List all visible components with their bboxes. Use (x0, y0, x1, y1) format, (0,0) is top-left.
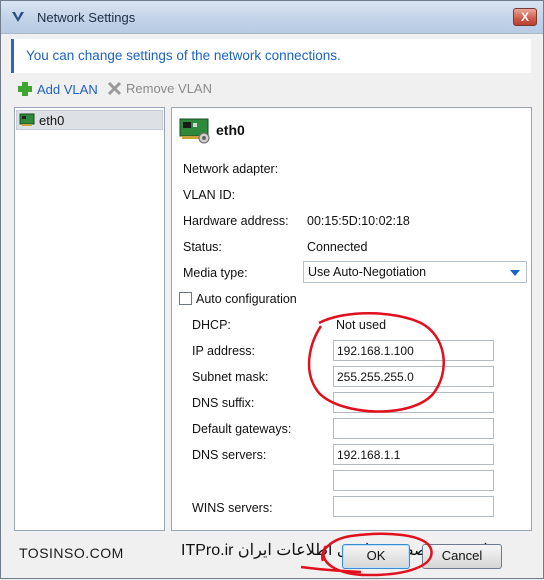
remove-vlan-label: Remove VLAN (126, 81, 212, 96)
info-banner: You can change settings of the network c… (11, 39, 531, 73)
adapter-title: eth0 (216, 122, 245, 138)
hardware-address-label: Hardware address: (183, 214, 289, 228)
ip-address-field[interactable]: 192.168.1.100 (333, 340, 494, 361)
dns-servers-label: DNS servers: (192, 448, 267, 462)
media-type-value: Use Auto-Negotiation (308, 265, 427, 279)
details-panel: eth0 Network adapter: VLAN ID: Hardware … (171, 107, 532, 531)
auto-configuration-label: Auto configuration (196, 292, 297, 306)
status-value: Connected (307, 240, 368, 254)
hardware-address-value: 00:15:5D:10:02:18 (307, 214, 410, 228)
subnet-mask-label: Subnet mask: (192, 370, 269, 384)
network-card-icon (179, 118, 210, 144)
adapter-list[interactable]: eth0 (14, 107, 165, 531)
wins-servers-field[interactable] (333, 496, 494, 517)
vlan-id-label: VLAN ID: (183, 188, 236, 202)
dns-server-1-field[interactable]: 192.168.1.1 (333, 444, 494, 465)
media-type-label: Media type: (183, 266, 248, 280)
ok-button[interactable]: OK (342, 544, 410, 569)
close-button[interactable]: X (513, 8, 537, 26)
adapter-label: eth0 (39, 112, 65, 128)
info-text: You can change settings of the network c… (26, 48, 341, 63)
status-label: Status: (183, 240, 222, 254)
cancel-button[interactable]: Cancel (422, 544, 502, 569)
wins-servers-label: WINS servers: (192, 501, 273, 515)
dhcp-value: Not used (336, 318, 387, 332)
auto-configuration-checkbox[interactable] (179, 292, 192, 305)
network-settings-icon (12, 12, 24, 22)
default-gateways-label: Default gateways: (192, 422, 292, 436)
media-type-select[interactable]: Use Auto-Negotiation (303, 261, 527, 283)
title-bar[interactable]: Network Settings X (1, 1, 543, 34)
dhcp-label: DHCP: (192, 318, 231, 332)
ip-address-label: IP address: (192, 344, 256, 358)
network-card-icon (19, 113, 35, 126)
chevron-down-icon (510, 270, 520, 276)
add-vlan-label: Add VLAN (37, 81, 98, 97)
network-settings-window: Network Settings X You can change settin… (0, 0, 544, 579)
default-gateways-field[interactable] (333, 418, 494, 439)
window-title: Network Settings (37, 10, 136, 25)
adapter-item-eth0[interactable]: eth0 (16, 110, 163, 130)
gray-x-icon (107, 81, 122, 96)
remove-vlan-button[interactable]: Remove VLAN (107, 81, 212, 96)
network-adapter-label: Network adapter: (183, 162, 279, 176)
watermark-left: TOSINSO.COM (19, 545, 124, 561)
subnet-mask-field[interactable]: 255.255.255.0 (333, 366, 494, 387)
dns-suffix-label: DNS suffix: (192, 396, 255, 410)
add-vlan-button[interactable]: Add VLAN (17, 81, 98, 97)
green-plus-icon (18, 82, 32, 96)
dns-server-2-field[interactable] (333, 470, 494, 491)
dns-suffix-field[interactable] (333, 392, 494, 413)
